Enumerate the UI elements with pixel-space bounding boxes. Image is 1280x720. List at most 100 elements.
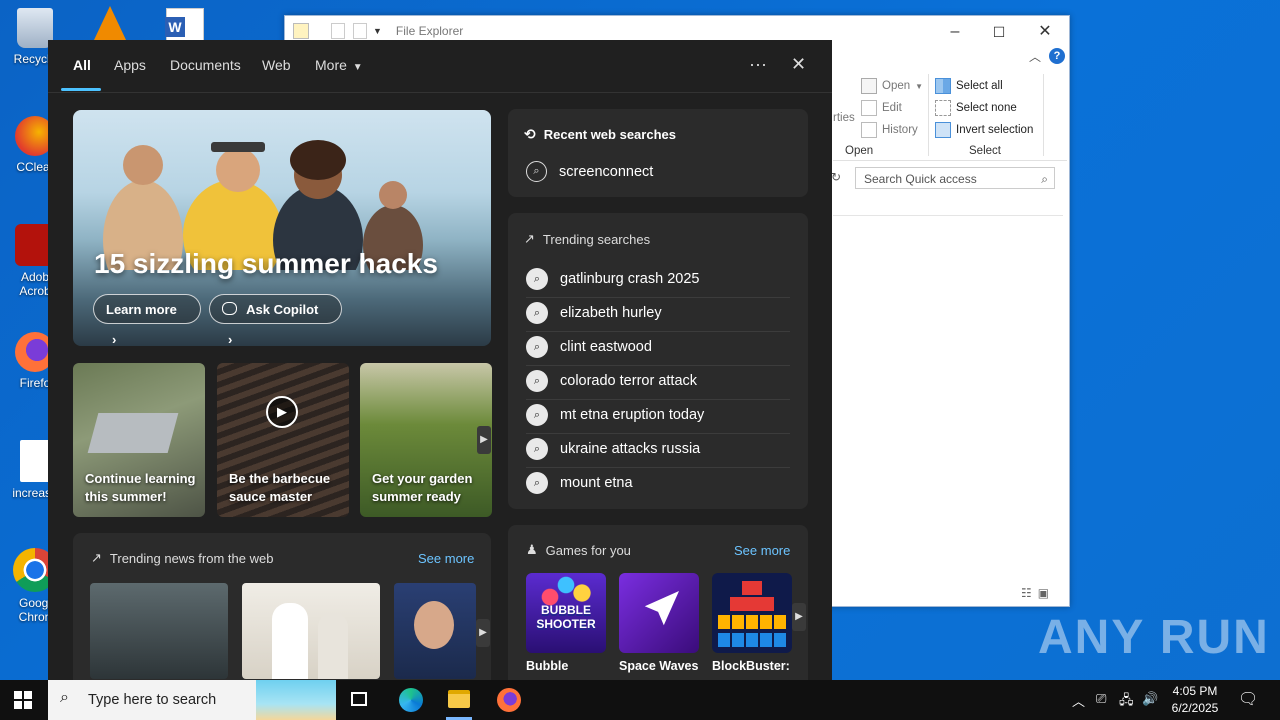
edit-label: Edit [882, 102, 902, 114]
games-title: Games for you [545, 542, 631, 558]
content-card[interactable]: Continue learning this summer! [73, 363, 205, 517]
trending-search-item[interactable]: ⌕ gatlinburg crash 2025 [526, 268, 699, 290]
rocket-icon [644, 591, 679, 626]
select-all-button[interactable]: Select all [935, 78, 1003, 94]
news-thumbnail[interactable] [394, 583, 476, 679]
clock[interactable]: 4:05 PM 6/2/2025 [1162, 683, 1228, 717]
search-icon: ⌕ [526, 302, 548, 324]
divider [526, 399, 790, 400]
trending-news-header: ↗ Trending news from the web [91, 550, 273, 566]
news-image-figure [272, 603, 308, 679]
edit-button[interactable]: Edit [861, 100, 902, 116]
volume-icon[interactable]: 🔊 [1142, 691, 1158, 707]
cards-next-button[interactable]: ▶ [477, 426, 491, 454]
trending-search-item[interactable]: ⌕ mount etna [526, 472, 633, 494]
meet-now-icon[interactable]: ⎚ [1096, 691, 1106, 707]
search-highlight-image [256, 680, 336, 720]
recent-search-item[interactable]: ⌕ screenconnect [526, 161, 653, 182]
quick-access-search-input[interactable]: Search Quick access ⌕ [855, 167, 1055, 189]
invert-selection-button[interactable]: Invert selection [935, 122, 1033, 138]
news-next-button[interactable]: ▶ [476, 619, 490, 647]
search-icon: ⌕ [526, 161, 547, 182]
game-art-text: BUBBLE SHOOTER [536, 603, 596, 631]
properties-icon[interactable] [331, 23, 345, 39]
recent-web-searches-section: ⟲ Recent web searches ⌕ screenconnect [508, 109, 808, 197]
tab-more[interactable]: More ▼ [315, 57, 363, 73]
word-icon[interactable]: W [165, 8, 204, 44]
start-button[interactable] [14, 691, 32, 709]
trending-search-item[interactable]: ⌕ ukraine attacks russia [526, 438, 700, 460]
trending-searches-header: ↗ Trending searches [524, 231, 650, 247]
content-card[interactable]: Get your garden summer ready [360, 363, 492, 517]
windows-logo-icon [14, 691, 22, 699]
windows-search-panel[interactable]: All Apps Documents Web More ▼ ··· ✕ 15 s… [48, 40, 832, 680]
notifications-icon[interactable]: 🗨 [1238, 689, 1258, 709]
ribbon-separator [1043, 74, 1044, 156]
news-thumbnail[interactable] [90, 583, 228, 679]
search-icon: ⌕ [526, 404, 548, 426]
trending-search-item[interactable]: ⌕ elizabeth hurley [526, 302, 662, 324]
ask-copilot-label: Ask Copilot [246, 302, 319, 317]
game-tile-blockbuster[interactable] [712, 573, 792, 653]
details-view-icon[interactable]: ☷ [1021, 586, 1038, 600]
open-group-label: Open [845, 145, 874, 157]
tab-all[interactable]: All [73, 57, 91, 73]
open-button[interactable]: Open ▼ [861, 78, 923, 94]
tab-web[interactable]: Web [262, 57, 291, 73]
recent-search-text: screenconnect [559, 163, 654, 180]
close-icon[interactable]: ✕ [791, 54, 806, 75]
large-icons-view-icon[interactable]: ▣ [1038, 586, 1055, 600]
divider [526, 365, 790, 366]
windows-logo-icon [14, 701, 22, 709]
close-button[interactable]: ✕ [1025, 20, 1065, 44]
news-thumbnail[interactable] [242, 583, 380, 679]
trending-search-item[interactable]: ⌕ clint eastwood [526, 336, 652, 358]
games-see-more-link[interactable]: See more [734, 543, 790, 558]
vlc-icon[interactable] [94, 6, 126, 40]
trending-searches-section: ↗ Trending searches ⌕ gatlinburg crash 2… [508, 213, 808, 509]
play-icon[interactable]: ▶ [266, 396, 298, 428]
learn-more-button[interactable]: Learn more › [93, 294, 201, 346]
task-view-button[interactable] [337, 680, 383, 720]
search-icon: ⌕ [526, 438, 548, 460]
hero-card[interactable]: 15 sizzling summer hacks Learn more › As… [73, 110, 491, 346]
trending-search-item[interactable]: ⌕ mt etna eruption today [526, 404, 704, 426]
view-toggle[interactable]: ☷▣ [1021, 586, 1055, 600]
show-hidden-icons-icon[interactable]: ︿ [1072, 691, 1085, 710]
news-see-more-link[interactable]: See more [418, 551, 474, 566]
more-options-icon[interactable]: ··· [749, 54, 767, 75]
select-none-button[interactable]: Select none [935, 100, 1017, 116]
history-button[interactable]: History [861, 122, 918, 138]
trending-search-item[interactable]: ⌕ colorado terror attack [526, 370, 697, 392]
minimize-button[interactable]: – [935, 20, 975, 44]
game-tile-bubble-shooter[interactable]: BUBBLE SHOOTER [526, 573, 606, 653]
tab-documents[interactable]: Documents [170, 57, 241, 73]
caret-down-icon: ▼ [352, 62, 363, 73]
network-icon[interactable]: 🖧 [1119, 691, 1134, 713]
properties-button[interactable]: rties [833, 112, 855, 124]
refresh-icon[interactable]: ↻ [831, 170, 841, 184]
chevron-down-icon[interactable]: ▼ [373, 26, 382, 36]
file-explorer-button[interactable] [436, 680, 482, 720]
content-divider [833, 215, 1063, 216]
games-next-button[interactable]: ▶ [792, 603, 806, 631]
new-folder-icon[interactable] [353, 23, 367, 39]
help-icon[interactable]: ? [1049, 48, 1065, 64]
ask-copilot-button[interactable]: Ask Copilot › [209, 294, 342, 346]
edge-icon [399, 688, 423, 712]
trending-search-text: gatlinburg crash 2025 [560, 271, 700, 287]
divider [526, 297, 790, 298]
taskbar-search-box[interactable]: ⌕ Type here to search [48, 680, 336, 720]
maximize-button[interactable]: ☐ [979, 20, 1019, 44]
collapse-ribbon-icon[interactable]: ︿ [1029, 48, 1041, 65]
search-icon: ⌕ [526, 472, 548, 494]
content-card[interactable]: ▶ Be the barbecue sauce master [217, 363, 349, 517]
hero-title: 15 sizzling summer hacks [94, 248, 438, 279]
select-none-label: Select none [956, 102, 1017, 114]
firefox-button[interactable] [486, 680, 532, 720]
game-label: BlockBuster: [712, 659, 790, 673]
active-tab-indicator [61, 88, 101, 91]
tab-apps[interactable]: Apps [114, 57, 146, 73]
edge-button[interactable] [388, 680, 434, 720]
game-tile-space-waves[interactable] [619, 573, 699, 653]
